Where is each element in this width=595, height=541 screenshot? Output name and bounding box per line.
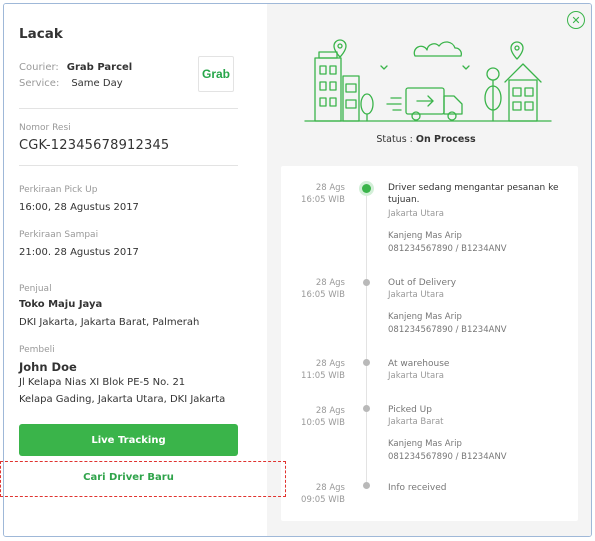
service-label: Service:: [19, 78, 60, 89]
shipment-status: Status : On Process: [263, 134, 589, 145]
timeline-date: 28 Ags: [315, 483, 345, 493]
grab-logo: Grab: [198, 56, 234, 92]
timeline-driver-info: 081234567890 / B1234ANV: [388, 325, 507, 335]
timeline-time: 16:05 WIB: [301, 195, 345, 205]
timeline-event-title: Driver sedang mengantar pesanan ke tujua…: [388, 183, 559, 205]
status-label: Status :: [376, 134, 413, 145]
buyer-address-line2: Kelapa Gading, Jakarta Utara, DKI Jakart…: [19, 394, 226, 405]
seller-name: Toko Maju Jaya: [19, 299, 103, 310]
timeline-time: 11:05 WIB: [301, 371, 345, 381]
timeline-dot: [363, 279, 370, 286]
resi-label: Nomor Resi: [19, 123, 71, 133]
courier-value: Grab Parcel: [66, 62, 133, 73]
courier-row: Courier: Grab Parcel: [19, 62, 132, 73]
find-new-driver-button[interactable]: Cari Driver Baru: [19, 466, 238, 488]
timeline-dot: [363, 482, 370, 489]
seller-label: Penjual: [19, 284, 52, 294]
divider: [19, 108, 238, 109]
timeline-time: 09:05 WIB: [301, 495, 345, 505]
timeline-dot: [363, 405, 370, 412]
modal-title: Lacak: [19, 26, 63, 42]
seller-address: DKI Jakarta, Jakarta Barat, Palmerah: [19, 317, 200, 328]
service-row: Service: Same Day: [19, 78, 123, 89]
timeline-date: 28 Ags: [315, 359, 345, 369]
timeline-dot-active: [362, 184, 371, 193]
arrival-label: Perkiraan Sampai: [19, 230, 99, 240]
timeline-event-title: Out of Delivery: [388, 278, 457, 288]
timeline-driver-name: Kanjeng Mas Arip: [388, 312, 462, 322]
pickup-value: 16:00, 28 Agustus 2017: [19, 202, 139, 213]
buyer-name: John Doe: [19, 360, 77, 374]
live-tracking-button[interactable]: Live Tracking: [19, 424, 238, 456]
timeline-date: 28 Ags: [315, 183, 345, 193]
buyer-address-line1: Jl Kelapa Nias XI Blok PE-5 No. 21: [19, 377, 186, 388]
timeline-event-location: Jakarta Utara: [388, 290, 444, 300]
close-icon[interactable]: ✕: [567, 11, 585, 29]
timeline-line: [366, 192, 367, 484]
service-value: Same Day: [71, 78, 123, 89]
status-value: On Process: [415, 134, 476, 145]
timeline-date: 28 Ags: [315, 278, 345, 288]
timeline-event-title: At warehouse: [388, 359, 450, 369]
timeline-event-location: Jakarta Utara: [388, 209, 444, 219]
timeline-event-location: Jakarta Barat: [388, 417, 444, 427]
delivery-illustration: [304, 39, 552, 122]
courier-label: Courier:: [19, 62, 59, 73]
timeline-card: [281, 166, 578, 521]
divider: [19, 165, 238, 166]
timeline-time: 16:05 WIB: [301, 290, 345, 300]
timeline-driver-name: Kanjeng Mas Arip: [388, 231, 462, 241]
timeline-event-title: Info received: [388, 483, 447, 493]
timeline-date: 28 Ags: [315, 406, 345, 416]
timeline-event-title: Picked Up: [388, 405, 432, 415]
timeline-time: 10:05 WIB: [301, 418, 345, 428]
buyer-label: Pembeli: [19, 345, 55, 355]
timeline-dot: [363, 359, 370, 366]
timeline-driver-info: 081234567890 / B1234ANV: [388, 244, 507, 254]
timeline-event-location: Jakarta Utara: [388, 371, 444, 381]
timeline-driver-name: Kanjeng Mas Arip: [388, 439, 462, 449]
arrival-value: 21:00. 28 Agustus 2017: [19, 247, 139, 258]
pickup-label: Perkiraan Pick Up: [19, 185, 98, 195]
timeline-driver-info: 081234567890 / B1234ANV: [388, 452, 507, 462]
resi-number: CGK-12345678912345: [19, 138, 170, 153]
